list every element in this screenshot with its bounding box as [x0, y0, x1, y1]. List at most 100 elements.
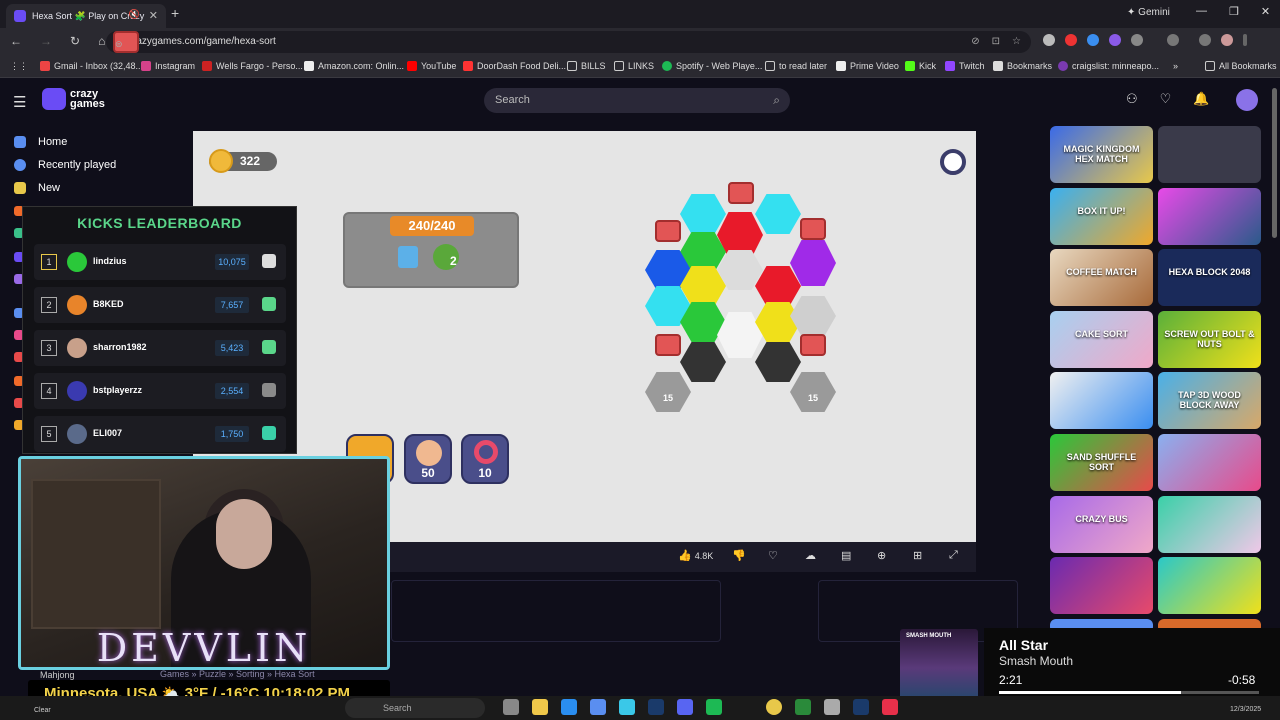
fullscreen-icon[interactable]: ⤢	[949, 549, 958, 562]
powerup-hand-button[interactable]: 50	[404, 434, 452, 484]
store-icon[interactable]	[590, 699, 606, 715]
taskbar-search[interactable]: Search	[345, 698, 485, 718]
bookmark-twitch[interactable]: Twitch	[945, 61, 985, 71]
favorite-heart-icon[interactable]: ♡	[768, 549, 778, 562]
bookmark-wells-fargo[interactable]: Wells Fargo - Perso...	[202, 61, 303, 71]
extensions-puzzle-icon[interactable]	[1131, 34, 1143, 46]
game-thumbnail[interactable]: TAP 3D WOOD BLOCK AWAY	[1158, 372, 1261, 429]
notifications-bell-icon[interactable]: 🔔	[1193, 91, 1209, 107]
bookmark-prime-video[interactable]: Prime Video	[836, 61, 899, 71]
indesign-icon[interactable]	[882, 699, 898, 715]
minimize-icon[interactable]: —	[1196, 5, 1207, 18]
friends-icon[interactable]: ⚇	[1126, 91, 1138, 107]
game-thumbnail[interactable]: HEXA BLOCK 2048	[1158, 249, 1261, 306]
powerup-shuffle-button[interactable]: 10	[461, 434, 509, 484]
sidebar-item-recently-played[interactable]: Recently played	[14, 159, 116, 171]
game-thumbnail[interactable]	[1158, 188, 1261, 245]
user-avatar[interactable]	[1236, 89, 1258, 111]
bookmark-spotify[interactable]: Spotify - Web Playe...	[662, 61, 762, 71]
ad-lock-icon[interactable]	[800, 334, 826, 356]
chrome-icon[interactable]	[766, 699, 782, 715]
theater-mode-icon[interactable]: ⊕	[877, 549, 886, 562]
xbox-icon[interactable]	[795, 699, 811, 715]
bookmark-all-bookmarks[interactable]: All Bookmarks	[1205, 61, 1277, 71]
browser-tab[interactable]: Hexa Sort 🧩 Play on Crazy 🔇 ✕	[6, 4, 166, 28]
crazygames-logo-text[interactable]: crazy games	[70, 89, 105, 110]
file-explorer-icon[interactable]	[532, 699, 548, 715]
settings-gear-icon[interactable]	[940, 149, 966, 175]
cloud-save-icon[interactable]: ☁	[805, 549, 816, 562]
hamburger-menu-icon[interactable]: ☰	[13, 93, 26, 111]
game-thumbnail[interactable]	[1158, 557, 1261, 614]
game-thumbnail[interactable]	[1050, 557, 1153, 614]
sidebar-item-home[interactable]: Home	[14, 136, 67, 148]
photoshop-icon[interactable]	[853, 699, 869, 715]
bookmark-youtube[interactable]: YouTube	[407, 61, 456, 71]
bookmark-doordash[interactable]: DoorDash Food Deli...	[463, 61, 566, 71]
restore-icon[interactable]: ❐	[1229, 5, 1239, 18]
bookmark-gmail[interactable]: Gmail - Inbox (32,48...	[40, 61, 143, 71]
crazygames-logo-icon[interactable]	[42, 88, 66, 110]
new-tab-button[interactable]: +	[171, 5, 179, 21]
sidepanel-icon[interactable]	[1167, 34, 1179, 46]
game-thumbnail[interactable]: SAND SHUFFLE SORT	[1050, 434, 1153, 491]
menu-kebab-icon[interactable]	[1243, 34, 1247, 46]
game-thumbnail[interactable]: COFFEE MATCH	[1050, 249, 1153, 306]
bookmark-folder-read-later[interactable]: to read later	[765, 61, 827, 71]
home-icon[interactable]: ⌂	[98, 34, 105, 48]
app-icon[interactable]	[619, 699, 635, 715]
more-bookmarks-chevron-icon[interactable]: »	[1173, 61, 1178, 71]
dislike-icon[interactable]: 👎	[732, 549, 746, 562]
reload-icon[interactable]: ↻	[70, 34, 80, 48]
close-window-icon[interactable]: ✕	[1261, 5, 1270, 18]
apps-icon[interactable]: ⋮⋮	[10, 61, 28, 72]
edge-icon[interactable]	[561, 699, 577, 715]
profile-avatar[interactable]	[1221, 34, 1233, 46]
bookmark-kick[interactable]: Kick	[905, 61, 936, 71]
extension-icon[interactable]	[1109, 34, 1121, 46]
site-search-input[interactable]: Search ⌕	[484, 88, 790, 113]
extension-icon[interactable]	[1087, 34, 1099, 46]
app-icon[interactable]	[824, 699, 840, 715]
eye-off-icon[interactable]: ⊘	[971, 31, 979, 53]
embed-icon[interactable]: ⊞	[913, 549, 922, 562]
task-view-icon[interactable]	[503, 699, 519, 715]
mute-tab-icon[interactable]: 🔇	[129, 9, 140, 20]
search-icon[interactable]: ⌕	[773, 88, 780, 113]
game-thumbnail[interactable]: BOX IT UP!	[1050, 188, 1153, 245]
forward-icon[interactable]: →	[40, 34, 52, 48]
ad-lock-icon[interactable]	[728, 182, 754, 204]
game-thumbnail[interactable]: CAKE SORT	[1050, 311, 1153, 368]
sidebar-item-new[interactable]: New	[14, 182, 60, 194]
game-thumbnail[interactable]: MAGIC KINGDOM HEX MATCH	[1050, 126, 1153, 183]
game-thumbnail[interactable]	[1158, 434, 1261, 491]
ad-lock-icon[interactable]	[655, 220, 681, 242]
bookmark-bookmarks[interactable]: Bookmarks	[993, 61, 1052, 71]
bookmark-amazon[interactable]: Amazon.com: Onlin...	[304, 61, 404, 71]
close-tab-icon[interactable]: ✕	[149, 9, 158, 22]
page-scrollbar[interactable]	[1272, 88, 1277, 238]
spotify-icon[interactable]	[706, 699, 722, 715]
steam-icon[interactable]	[648, 699, 664, 715]
extension-icon[interactable]	[1065, 34, 1077, 46]
game-thumbnail[interactable]: CRAZY BUS	[1050, 496, 1153, 553]
install-icon[interactable]: ⊡	[992, 31, 1000, 53]
like-button[interactable]: 👍 4.8K	[678, 549, 713, 562]
address-bar[interactable]: ⊜ crazygames.com/game/hexa-sort ⊘ ⊡ ☆	[106, 31, 1031, 53]
gemini-button[interactable]: ✦ Gemini	[1127, 7, 1170, 18]
discord-icon[interactable]	[677, 699, 693, 715]
media-icon[interactable]	[1199, 34, 1211, 46]
bookmark-star-icon[interactable]: ☆	[1012, 31, 1021, 53]
site-info-icon[interactable]: ⊜	[113, 31, 139, 53]
game-thumbnail[interactable]	[1158, 126, 1261, 183]
game-thumbnail[interactable]	[1050, 372, 1153, 429]
ad-lock-icon[interactable]	[800, 218, 826, 240]
game-thumbnail[interactable]	[1158, 496, 1261, 553]
ad-lock-icon[interactable]	[655, 334, 681, 356]
bookmark-craigslist[interactable]: craigslist: minneapo...	[1058, 61, 1159, 71]
bookmark-folder-links[interactable]: LINKS	[614, 61, 654, 71]
favorites-heart-icon[interactable]: ♡	[1160, 91, 1172, 107]
bookmark-folder-bills[interactable]: BILLS	[567, 61, 606, 71]
bookmark-instagram[interactable]: Instagram	[141, 61, 195, 71]
back-icon[interactable]: ←	[10, 34, 22, 48]
